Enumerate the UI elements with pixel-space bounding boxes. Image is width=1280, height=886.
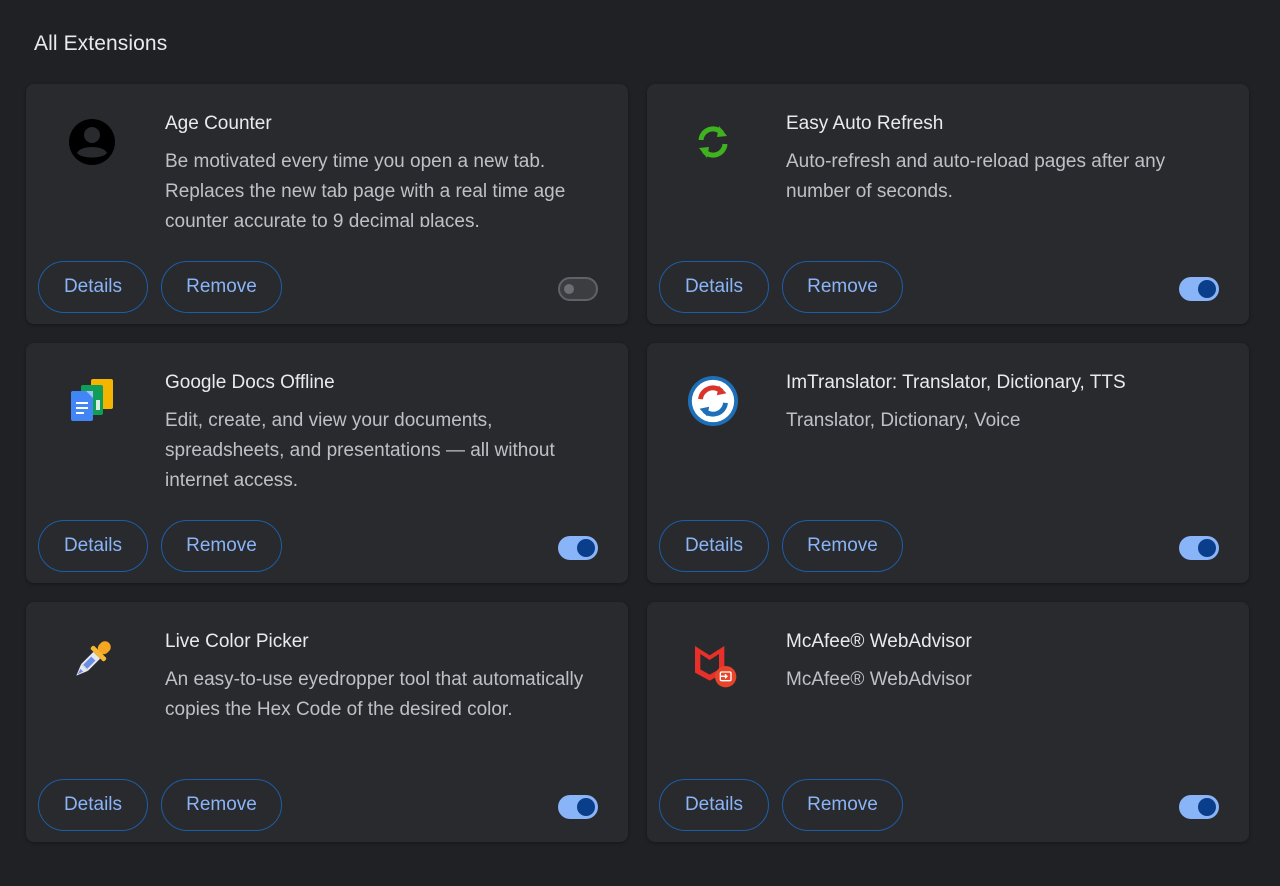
remove-button[interactable]: Remove — [782, 779, 903, 831]
imtranslator-icon — [687, 375, 739, 427]
google-docs-icon — [66, 375, 118, 427]
enable-toggle[interactable] — [558, 536, 598, 560]
remove-button[interactable]: Remove — [782, 261, 903, 313]
details-button[interactable]: Details — [659, 520, 769, 572]
details-button[interactable]: Details — [38, 261, 148, 313]
details-button[interactable]: Details — [659, 261, 769, 313]
person-avatar-icon — [66, 116, 118, 168]
details-button[interactable]: Details — [38, 520, 148, 572]
remove-button[interactable]: Remove — [161, 261, 282, 313]
enable-toggle[interactable] — [1179, 795, 1219, 819]
extension-card-easy-auto-refresh: Easy Auto Refresh Auto-refresh and auto-… — [647, 84, 1249, 324]
mcafee-icon — [687, 634, 739, 688]
enable-toggle[interactable] — [558, 277, 598, 301]
extension-name: Age Counter — [165, 113, 272, 134]
remove-button[interactable]: Remove — [782, 520, 903, 572]
extension-description: An easy-to-use eyedropper tool that auto… — [165, 669, 584, 720]
details-button[interactable]: Details — [38, 779, 148, 831]
enable-toggle[interactable] — [558, 795, 598, 819]
extension-card-live-color-picker: Live Color Picker An easy-to-use eyedrop… — [26, 602, 628, 842]
remove-button[interactable]: Remove — [161, 520, 282, 572]
extension-description: Auto-refresh and auto-reload pages after… — [786, 151, 1166, 202]
section-title: All Extensions — [34, 32, 168, 55]
extension-card-age-counter: Age Counter Be motivated every time you … — [26, 84, 628, 324]
extensions-page: All Extensions Age Counter Be motivated … — [0, 0, 1280, 886]
extension-description: Translator, Dictionary, Voice — [786, 410, 1021, 431]
extension-name: McAfee® WebAdvisor — [786, 631, 972, 652]
details-button[interactable]: Details — [659, 779, 769, 831]
extension-description: McAfee® WebAdvisor — [786, 669, 972, 690]
refresh-arrows-icon — [687, 116, 739, 168]
remove-button[interactable]: Remove — [161, 779, 282, 831]
extension-card-mcafee-webadvisor: McAfee® WebAdvisor McAfee® WebAdvisor De… — [647, 602, 1249, 842]
extension-description: Be motivated every time you open a new t… — [165, 151, 566, 227]
extension-name: Easy Auto Refresh — [786, 113, 944, 134]
extension-card-imtranslator: ImTranslator: Translator, Dictionary, TT… — [647, 343, 1249, 583]
extension-name: ImTranslator: Translator, Dictionary, TT… — [786, 372, 1126, 393]
enable-toggle[interactable] — [1179, 536, 1219, 560]
extension-name: Live Color Picker — [165, 631, 309, 652]
extension-card-google-docs-offline: Google Docs Offline Edit, create, and vi… — [26, 343, 628, 583]
eyedropper-icon — [66, 634, 118, 686]
extension-name: Google Docs Offline — [165, 372, 335, 393]
extensions-grid: Age Counter Be motivated every time you … — [26, 84, 1249, 842]
enable-toggle[interactable] — [1179, 277, 1219, 301]
extension-description: Edit, create, and view your documents, s… — [165, 410, 555, 486]
